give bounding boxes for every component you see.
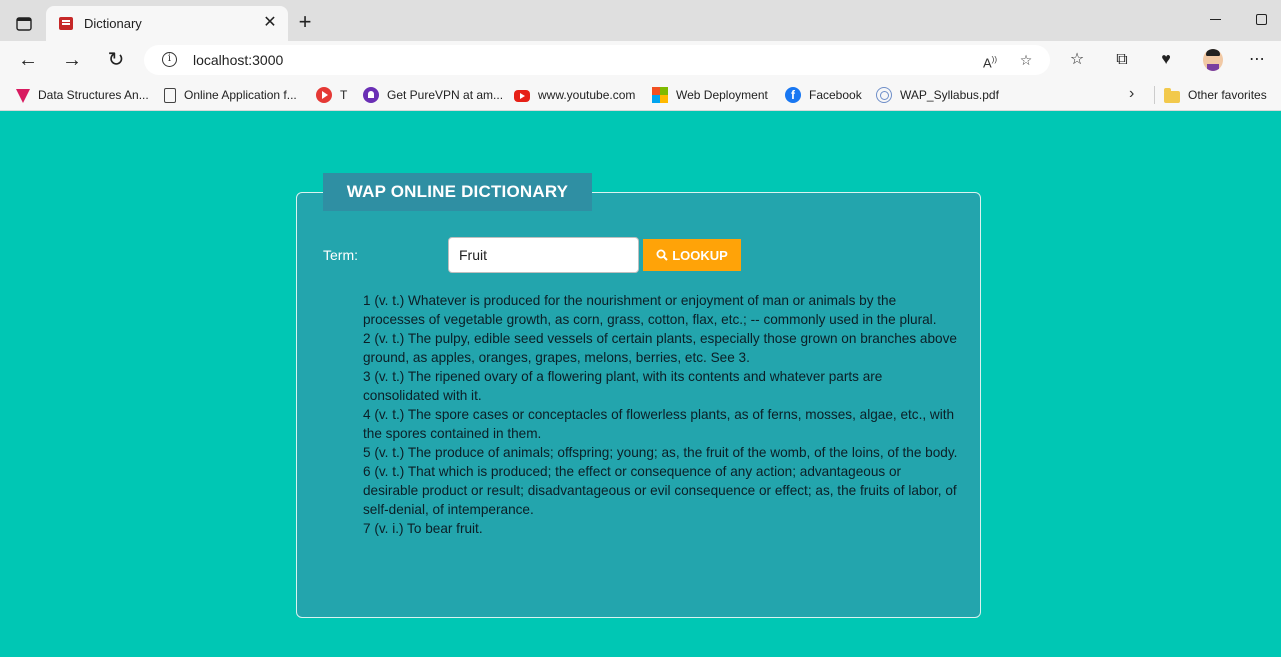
definition-item: 4 (v. t.) The spore cases or conceptacle… <box>363 407 955 441</box>
add-favorite-icon[interactable]: ☆ <box>1016 51 1036 69</box>
facebook-icon: f <box>785 87 801 103</box>
lookup-button[interactable]: LOOKUP <box>643 239 741 271</box>
page-icon <box>164 87 176 103</box>
dictionary-legend: WAP ONLINE DICTIONARY <box>323 173 592 211</box>
ds-icon <box>16 89 30 103</box>
favorite-label: Get PureVPN at am... <box>387 88 504 102</box>
youtube-icon <box>514 90 530 102</box>
favorite-label: www.youtube.com <box>538 88 636 102</box>
favorite-item[interactable]: Data Structures An... <box>16 86 149 104</box>
favorite-label: Online Application f... <box>184 88 297 102</box>
close-tab-icon[interactable]: ✕ <box>260 13 280 33</box>
tab-actions-icon[interactable] <box>10 12 38 36</box>
favorite-item[interactable]: f Facebook <box>785 86 862 104</box>
definition-item: 1 (v. t.) Whatever is produced for the n… <box>363 293 937 327</box>
site-info-icon[interactable]: i <box>162 52 177 67</box>
term-label: Term: <box>323 247 358 263</box>
favorite-label: Data Structures An... <box>38 88 149 102</box>
definition-item: 3 (v. t.) The ripened ovary of a floweri… <box>363 369 883 403</box>
term-input[interactable] <box>448 237 639 273</box>
browser-toolbar: ← → ↻ i localhost:3000 A)) ☆ ☆ ⧉ ♥ ⋯ <box>0 41 1281 79</box>
definition-item: 7 (v. i.) To bear fruit. <box>363 521 483 536</box>
other-favorites[interactable]: Other favorites <box>1164 86 1267 104</box>
favorite-label: Web Deployment <box>676 88 768 102</box>
new-tab-icon[interactable]: + <box>294 11 316 34</box>
definition-item: 2 (v. t.) The pulpy, edible seed vessels… <box>363 331 957 365</box>
tab-bar: Dictionary ✕ + <box>0 0 1281 41</box>
tab-title: Dictionary <box>84 16 142 31</box>
read-aloud-icon[interactable]: A)) <box>980 51 1000 70</box>
favorite-item[interactable]: T <box>316 86 347 104</box>
dictionary-favicon-icon <box>59 17 73 30</box>
folder-icon <box>1164 87 1180 103</box>
favorites-divider <box>1154 86 1155 104</box>
definition-item: 6 (v. t.) That which is produced; the ef… <box>363 464 957 517</box>
more-menu-icon[interactable]: ⋯ <box>1246 50 1268 70</box>
lookup-label: LOOKUP <box>672 247 728 263</box>
address-bar[interactable]: i localhost:3000 A)) ☆ <box>144 45 1050 75</box>
purevpn-icon <box>363 87 379 103</box>
refresh-icon[interactable]: ↻ <box>104 49 128 71</box>
wap-icon <box>876 87 892 103</box>
health-icon[interactable]: ♥ <box>1155 50 1177 70</box>
favorite-item[interactable]: Online Application f... <box>162 86 297 104</box>
maximize-icon[interactable] <box>1256 14 1267 25</box>
favorite-item[interactable]: WAP_Syllabus.pdf <box>876 86 999 104</box>
collections-icon[interactable]: ⧉ <box>1111 50 1133 70</box>
youtube-circle-icon <box>316 87 332 103</box>
favorite-item[interactable]: www.youtube.com <box>514 86 635 104</box>
definitions-list: 1 (v. t.) Whatever is produced for the n… <box>363 291 958 538</box>
favorite-item[interactable]: Get PureVPN at am... <box>363 86 503 104</box>
forward-icon[interactable]: → <box>60 49 84 71</box>
other-favorites-label: Other favorites <box>1188 88 1267 102</box>
chevron-right-icon[interactable]: › <box>1129 85 1134 103</box>
favorites-bar: Data Structures An... Online Application… <box>0 79 1281 111</box>
definition-item: 5 (v. t.) The produce of animals; offspr… <box>363 445 958 460</box>
minimize-icon[interactable] <box>1210 10 1224 24</box>
favorite-label: WAP_Syllabus.pdf <box>900 88 999 102</box>
profile-avatar[interactable] <box>1203 49 1223 71</box>
favorite-label: Facebook <box>809 88 862 102</box>
favorites-icon[interactable]: ☆ <box>1066 50 1088 70</box>
search-icon <box>656 249 668 261</box>
microsoft-icon <box>652 87 668 103</box>
back-icon[interactable]: ← <box>16 49 40 71</box>
favorite-item[interactable]: Web Deployment <box>652 86 768 104</box>
tab-dictionary[interactable]: Dictionary ✕ <box>46 6 288 41</box>
favorite-label: T <box>340 88 348 102</box>
url-text[interactable]: localhost:3000 <box>193 52 283 68</box>
